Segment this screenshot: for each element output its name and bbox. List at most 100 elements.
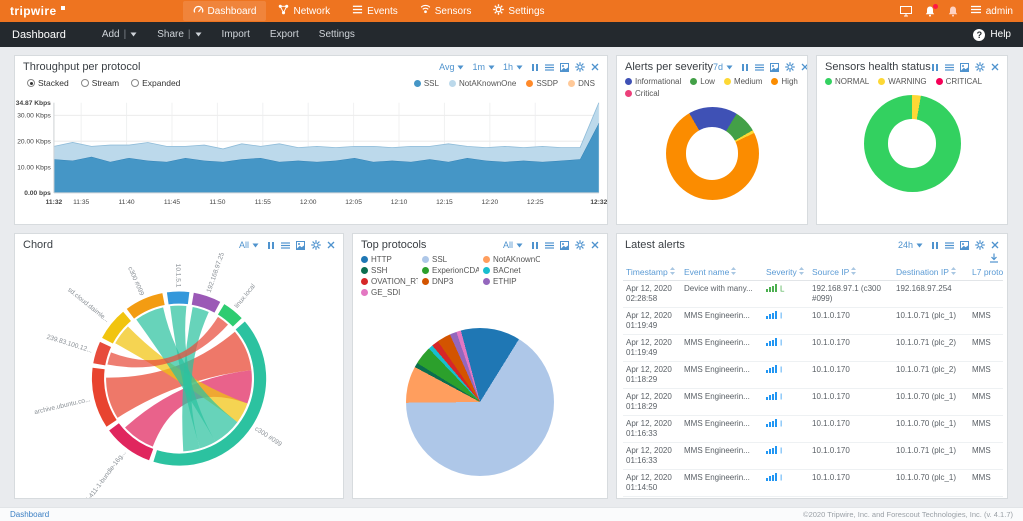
chord-arc[interactable] [168, 298, 189, 299]
image-icon[interactable] [960, 241, 969, 250]
notifications-bell-icon[interactable] [925, 6, 935, 17]
list-icon[interactable] [945, 241, 954, 250]
toolbar-item-import[interactable]: Import [222, 29, 250, 40]
close-icon[interactable] [591, 241, 599, 249]
column-header-destination-ip[interactable]: Destination IP [893, 264, 969, 281]
column-header-timestamp[interactable]: Timestamp [623, 264, 681, 281]
alert-row[interactable]: Apr 12, 202001:16:33MMS Engineerin...I10… [623, 443, 1003, 470]
list-icon[interactable] [281, 241, 290, 250]
legend-item-notaknownone[interactable]: NotAKnownOne [483, 255, 540, 264]
legend-item-normal[interactable]: NORMAL [825, 77, 869, 86]
image-icon[interactable] [560, 63, 569, 72]
tripwire-logo[interactable]: tripwire [10, 4, 65, 18]
image-icon[interactable] [960, 63, 969, 72]
top-protocols-pie-chart[interactable] [406, 328, 554, 476]
legend-item-ovation-rt[interactable]: OVATION_RT [361, 277, 418, 286]
nav-item-network[interactable]: Network [268, 1, 340, 21]
list-icon[interactable] [755, 63, 764, 72]
alert-row[interactable]: Apr 12, 202002:28:58Device with many...L… [623, 281, 1003, 308]
legend-item-ssl[interactable]: SSL [422, 255, 479, 264]
mode-radio-expanded[interactable]: Expanded [131, 78, 180, 88]
mode-radio-stream[interactable]: Stream [81, 78, 119, 88]
pause-icon[interactable] [931, 63, 939, 72]
chord-arc[interactable] [193, 299, 218, 308]
legend-item-notaknownone[interactable]: NotAKnownOne [449, 79, 516, 88]
nav-item-settings[interactable]: Settings [483, 1, 554, 21]
filter-dropdown[interactable]: All [503, 240, 523, 250]
alert-row[interactable]: Apr 12, 202001:18:29MMS Engineerin...I10… [623, 389, 1003, 416]
legend-item-low[interactable]: Low [690, 77, 715, 86]
legend-item-high[interactable]: High [771, 77, 797, 86]
nav-item-sensors[interactable]: Sensors [410, 1, 482, 21]
legend-item-informational[interactable]: Informational [625, 77, 681, 86]
legend-item-dns[interactable]: DNS [568, 79, 595, 88]
gear-icon[interactable] [975, 62, 985, 72]
list-icon[interactable] [545, 63, 554, 72]
legend-item-ssdp[interactable]: SSDP [526, 79, 558, 88]
legend-item-critical[interactable]: Critical [625, 89, 659, 98]
legend-item-dnp3[interactable]: DNP3 [422, 277, 479, 286]
legend-item-medium[interactable]: Medium [724, 77, 762, 86]
legend-item-warning[interactable]: WARNING [878, 77, 926, 86]
pause-icon[interactable] [741, 63, 749, 72]
timerange-dropdown[interactable]: 7d [713, 62, 733, 72]
timerange-dropdown[interactable]: 1h [503, 62, 523, 72]
image-icon[interactable] [770, 63, 779, 72]
legend-item-http[interactable]: HTTP [361, 255, 418, 264]
column-header-event-name[interactable]: Event name [681, 264, 763, 281]
download-icon[interactable] [989, 253, 999, 263]
legend-item-critical[interactable]: CRITICAL [936, 77, 982, 86]
column-header-severity[interactable]: Severity [763, 264, 809, 281]
pause-icon[interactable] [531, 63, 539, 72]
legend-item-ethip[interactable]: ETHIP [483, 277, 540, 286]
help-button[interactable]: ? Help [973, 29, 1011, 41]
toolbar-item-export[interactable]: Export [270, 29, 299, 40]
close-icon[interactable] [801, 63, 808, 71]
aggregation-dropdown[interactable]: Avg [439, 62, 464, 72]
image-icon[interactable] [296, 241, 305, 250]
display-icon[interactable] [900, 6, 912, 17]
interval-dropdown[interactable]: 1m [472, 62, 495, 72]
alerts-severity-donut-chart[interactable] [666, 107, 759, 200]
chord-arc[interactable] [99, 344, 105, 364]
sensors-health-donut-chart[interactable] [864, 95, 961, 192]
pause-icon[interactable] [531, 241, 539, 250]
footer-dashboard-link[interactable]: Dashboard [10, 510, 49, 519]
toolbar-item-add[interactable]: Add| [102, 29, 137, 40]
list-icon[interactable] [545, 241, 554, 250]
nav-item-events[interactable]: Events [342, 1, 408, 21]
gear-icon[interactable] [975, 240, 985, 250]
legend-item-ge-sdi[interactable]: GE_SDI [361, 288, 418, 297]
list-icon[interactable] [945, 63, 954, 72]
mode-radio-stacked[interactable]: Stacked [27, 78, 69, 88]
chord-arc[interactable] [221, 309, 237, 322]
alert-row[interactable]: Apr 12, 202001:16:33MMS Engineerin...I10… [623, 416, 1003, 443]
legend-item-bacnet[interactable]: BACnet [483, 266, 540, 275]
alerts-bell-icon[interactable] [948, 6, 958, 17]
toolbar-item-share[interactable]: Share| [157, 29, 201, 40]
legend-item-experioncda[interactable]: ExperionCDA [422, 266, 479, 275]
alert-row[interactable]: Apr 12, 202001:14:50MMS Engineerin...I10… [623, 470, 1003, 497]
gear-icon[interactable] [575, 62, 585, 72]
legend-item-ssh[interactable]: SSH [361, 266, 418, 275]
gear-icon[interactable] [575, 240, 585, 250]
pause-icon[interactable] [267, 241, 275, 250]
alert-row[interactable]: Apr 12, 202001:10:18MMS Engineerin...I10… [623, 497, 1003, 499]
close-icon[interactable] [991, 63, 999, 71]
close-icon[interactable] [591, 63, 599, 71]
close-icon[interactable] [991, 241, 999, 249]
pause-icon[interactable] [931, 241, 939, 250]
gear-icon[interactable] [311, 240, 321, 250]
column-header-l7-protocol[interactable]: L7 protocol [969, 264, 1003, 281]
legend-item-ssl[interactable]: SSL [414, 79, 439, 88]
filter-dropdown[interactable]: All [239, 240, 259, 250]
alert-row[interactable]: Apr 12, 202001:19:49MMS Engineerin...I10… [623, 335, 1003, 362]
user-menu[interactable]: admin [971, 5, 1013, 17]
nav-item-dashboard[interactable]: Dashboard [183, 1, 267, 21]
toolbar-item-settings[interactable]: Settings [319, 29, 355, 40]
image-icon[interactable] [560, 241, 569, 250]
column-header-source-ip[interactable]: Source IP [809, 264, 893, 281]
close-icon[interactable] [327, 241, 335, 249]
alert-row[interactable]: Apr 12, 202001:19:49MMS Engineerin...I10… [623, 308, 1003, 335]
timerange-dropdown[interactable]: 24h [898, 240, 923, 250]
